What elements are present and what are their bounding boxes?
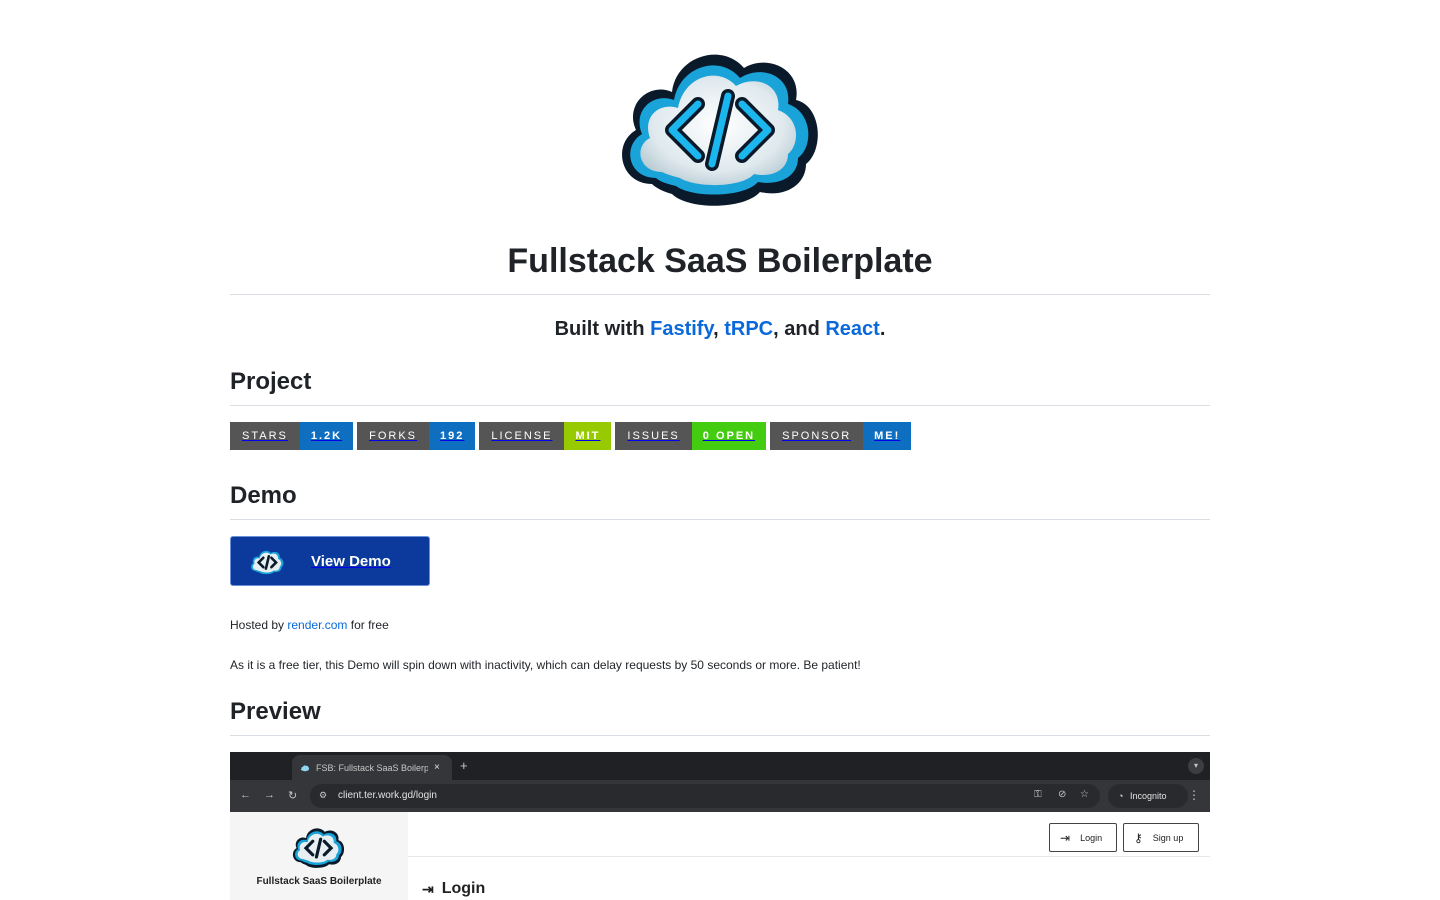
badge-stars[interactable]: STARS 1.2K (230, 422, 354, 450)
back-icon: ← (240, 789, 251, 801)
page-title: Fullstack SaaS Boilerplate (507, 242, 933, 280)
badge-value: 1.2K (299, 422, 354, 450)
section-divider (230, 735, 1210, 736)
app-login-label: Login (1080, 832, 1103, 843)
section-divider (230, 519, 1210, 520)
render-link[interactable]: render.com (287, 618, 347, 632)
view-demo-button[interactable]: View Demo (230, 536, 430, 586)
app-sidebar: Fullstack SaaS Boilerplate (230, 812, 408, 900)
cloud-code-icon (292, 828, 345, 868)
incognito-icon: ◔ (1118, 791, 1124, 801)
badge-value: 192 (429, 422, 476, 450)
badge-forks[interactable]: FORKS 192 (357, 422, 476, 450)
section-heading-demo: Demo (230, 482, 297, 509)
star-icon: ☆ (1080, 789, 1089, 800)
badge-issues[interactable]: ISSUES 0 OPEN (615, 422, 767, 450)
key-icon: ⚷ (1134, 830, 1143, 845)
address-bar: ⚙ client.ter.work.gd/login ⚿ ⊘ ☆ (310, 784, 1100, 808)
reload-icon: ↻ (288, 790, 298, 802)
plus-icon: + (460, 758, 468, 773)
address-url: client.ter.work.gd/login (338, 790, 437, 801)
app-signup-label: Sign up (1152, 832, 1184, 843)
app-page-heading-label: Login (441, 880, 486, 897)
incognito-label: Incognito (1129, 791, 1167, 801)
app-page-heading: ⇥ Login (422, 880, 485, 898)
cloud-code-icon (301, 764, 310, 771)
hosted-prefix: Hosted by (230, 618, 288, 632)
tagline-prefix: Built with (554, 318, 651, 340)
badge-sponsor[interactable]: SPONSOR ME! (770, 422, 912, 450)
forward-icon: → (264, 789, 275, 801)
badge-value: 0 OPEN (691, 422, 767, 450)
badge-label: LICENSE (479, 422, 565, 450)
badge-label: SPONSOR (770, 422, 864, 450)
tagline-sep: , (713, 318, 725, 340)
app-signup-button: ⚷ Sign up (1123, 823, 1199, 852)
login-icon: ⇥ (422, 880, 434, 897)
badge-license[interactable]: LICENSE MIT (479, 422, 612, 450)
hosted-note: Hosted by render.com for free (230, 618, 389, 632)
app-header-divider (408, 856, 1210, 857)
view-demo-label: View Demo (311, 552, 391, 570)
badge-label: ISSUES (615, 422, 692, 450)
app-name: Fullstack SaaS Boilerplate (256, 876, 382, 887)
incognito-badge: ◔ Incognito (1108, 784, 1188, 808)
section-divider (230, 405, 1210, 406)
cloud-code-icon (622, 54, 818, 206)
project-logo (610, 34, 826, 210)
tagline: Built with Fastify, tRPC, and React. (230, 318, 1210, 341)
cloud-code-icon (251, 550, 284, 575)
browser-tab: FSB: Fullstack SaaS Boilerplate × (292, 755, 452, 780)
close-icon: × (434, 762, 440, 773)
fastify-link[interactable]: Fastify (650, 318, 713, 340)
browser-toolbar: ← → ↻ ⚙ client.ter.work.gd/login ⚿ ⊘ ☆ ◔… (230, 780, 1210, 812)
tagline-suffix: . (879, 318, 886, 340)
title-divider (230, 294, 1210, 295)
site-info-icon: ⚙ (319, 790, 328, 800)
login-icon: ⇥ (1060, 830, 1071, 845)
app-login-button: ⇥ Login (1049, 823, 1117, 852)
badge-row: STARS 1.2K FORKS 192 LICENSE MIT ISSUES 0 OP… (230, 422, 912, 450)
section-heading-preview: Preview (230, 698, 321, 725)
chevron-down-icon: ▾ (1188, 758, 1204, 774)
eye-off-icon: ⊘ (1058, 789, 1067, 800)
browser-tabstrip: FSB: Fullstack SaaS Boilerplate × + ▾ (230, 752, 1210, 780)
badge-label: STARS (230, 422, 300, 450)
preview-screenshot: FSB: Fullstack SaaS Boilerplate × + ▾ ← … (230, 752, 1210, 900)
browser-tab-title: FSB: Fullstack SaaS Boilerplate (316, 762, 428, 773)
section-heading-project: Project (230, 368, 312, 395)
more-vert-icon: ⋮ (1188, 788, 1200, 802)
free-tier-note: As it is a free tier, this Demo will spi… (230, 658, 861, 672)
badge-label: FORKS (357, 422, 430, 450)
badge-value: MIT (564, 422, 612, 450)
react-link[interactable]: React (825, 318, 879, 340)
badge-value: ME! (863, 422, 912, 450)
hosted-suffix: for free (347, 618, 389, 632)
key-icon: ⚿ (1034, 789, 1042, 800)
trpc-link[interactable]: tRPC (724, 318, 773, 340)
tagline-sep: , and (773, 318, 826, 340)
